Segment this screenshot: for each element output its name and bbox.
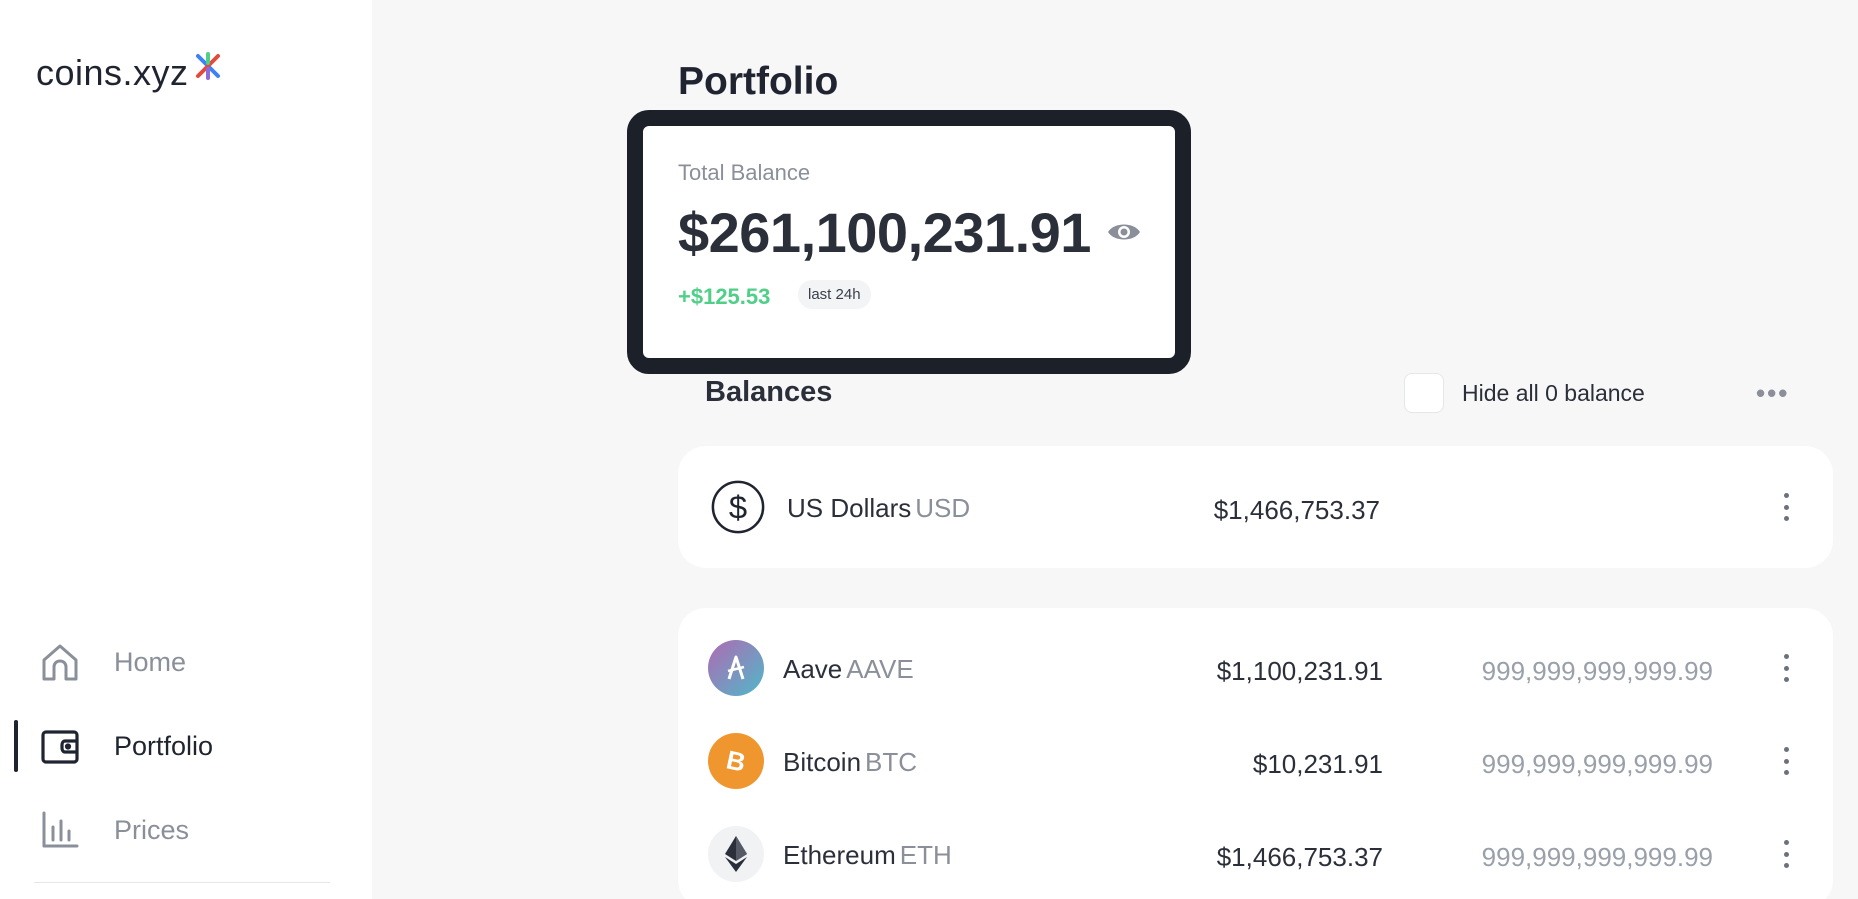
asset-name: US Dollars USD [787, 493, 970, 524]
asset-quantity: 999,999,999,999.99 [1481, 656, 1713, 686]
crypto-balances-card: Aave AAVE $1,100,231.91 999,999,999,999.9… [678, 608, 1833, 899]
asset-quantity: 999,999,999,999.99 [1481, 749, 1713, 779]
asset-ticker: USD [915, 493, 971, 523]
aave-icon [708, 640, 764, 696]
total-balance-label: Total Balance [678, 160, 811, 185]
asset-full-name: US Dollars [787, 493, 912, 523]
eye-icon[interactable] [1106, 218, 1142, 251]
more-horizontal-icon[interactable]: ••• [1756, 378, 1789, 409]
sidebar-item-portfolio[interactable]: Portfolio [0, 704, 372, 788]
home-icon [38, 640, 82, 684]
bar-chart-icon [38, 808, 82, 852]
ethereum-icon [708, 826, 764, 882]
table-row[interactable]: Ethereum ETH $1,466,753.37 999,999,999,99… [678, 814, 1833, 894]
fiat-balance-card: $ US Dollars USD $1,466,753.37 [678, 446, 1833, 568]
sidebar-item-prices[interactable]: Prices [0, 788, 372, 872]
row-menu-icon[interactable] [1774, 743, 1798, 779]
asset-full-name: Bitcoin [783, 747, 862, 777]
total-balance-amount: $261,100,231.91 [678, 201, 1091, 264]
wallet-icon [38, 724, 82, 768]
balance-change: +$125.53 [678, 284, 771, 309]
app-logo[interactable]: coins.xyz [36, 52, 223, 94]
table-row[interactable]: Aave AAVE $1,100,231.91 999,999,999,999.9… [678, 628, 1833, 708]
asset-name: Bitcoin BTC [783, 747, 917, 778]
svg-text:$: $ [729, 489, 747, 526]
list-item[interactable]: $ US Dollars USD $1,466,753.37 [678, 467, 1833, 547]
logo-mark-icon [195, 52, 220, 80]
asset-value: $1,466,753.37 [1213, 495, 1380, 525]
sidebar-item-label: Portfolio [114, 730, 214, 761]
sidebar-item-label: Home [114, 646, 187, 677]
asset-ticker: BTC [865, 747, 918, 777]
asset-full-name: Aave [783, 654, 843, 684]
row-menu-icon[interactable] [1774, 836, 1798, 872]
row-menu-icon[interactable] [1774, 489, 1798, 525]
dollar-circle-icon: $ [710, 479, 766, 535]
asset-value: $1,466,753.37 [1216, 842, 1383, 872]
sidebar-nav: Home Portfolio Prices [0, 620, 372, 872]
change-period-badge: last 24h [798, 280, 871, 309]
asset-value: $10,231.91 [1252, 749, 1383, 779]
sidebar: coins.xyz Home Portfolio Prices [0, 0, 372, 899]
asset-ticker: AAVE [846, 654, 914, 684]
sidebar-item-label: Prices [114, 814, 190, 845]
bitcoin-icon: B [708, 733, 764, 789]
page-title: Portfolio [678, 60, 839, 103]
asset-name: Aave AAVE [783, 654, 914, 685]
hide-zero-balance-label[interactable]: Hide all 0 balance [1462, 380, 1645, 407]
asset-name: Ethereum ETH [783, 840, 952, 871]
asset-ticker: ETH [899, 840, 952, 870]
logo-text: coins.xyz [36, 52, 189, 93]
row-menu-icon[interactable] [1774, 650, 1798, 686]
asset-value: $1,100,231.91 [1216, 656, 1383, 686]
table-row[interactable]: B Bitcoin BTC $10,231.91 999,999,999,999.… [678, 721, 1833, 801]
hide-zero-balance-checkbox[interactable] [1404, 373, 1444, 413]
sidebar-divider [34, 882, 330, 883]
asset-quantity: 999,999,999,999.99 [1481, 842, 1713, 872]
asset-full-name: Ethereum [783, 840, 896, 870]
balances-title: Balances [705, 376, 833, 408]
sidebar-item-home[interactable]: Home [0, 620, 372, 704]
svg-text:B: B [724, 745, 749, 777]
